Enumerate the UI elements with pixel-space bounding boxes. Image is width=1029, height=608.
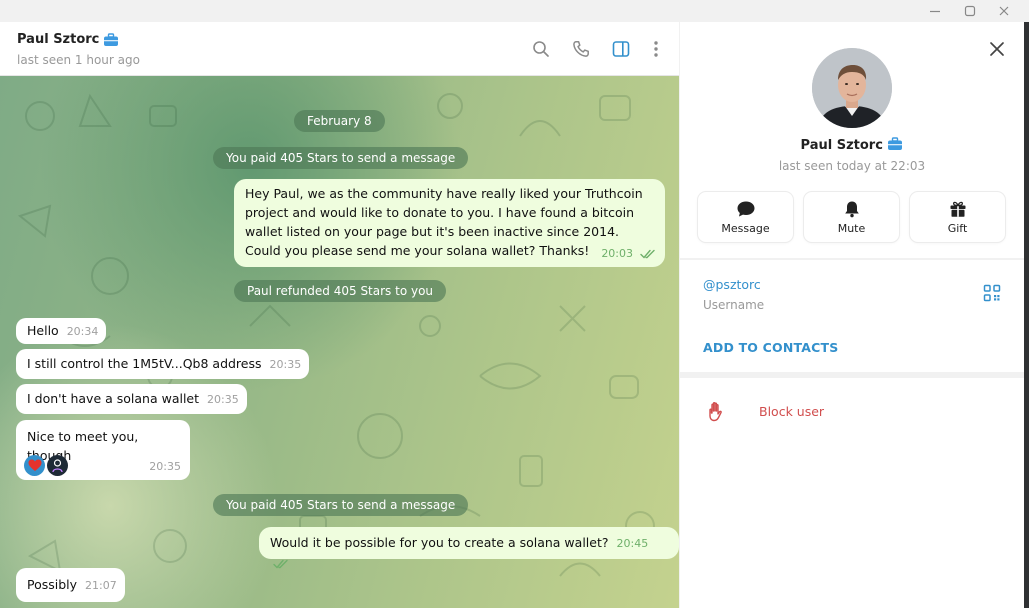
profile-name: Paul Sztorc — [680, 137, 1024, 153]
qr-code-button[interactable] — [983, 284, 1001, 302]
date-separator: February 8 — [294, 110, 385, 132]
service-message-refund: Paul refunded 405 Stars to you — [234, 280, 447, 302]
mute-button[interactable]: Mute — [804, 192, 899, 242]
message-time: 20:34 — [66, 325, 99, 338]
heart-reaction-icon[interactable] — [24, 455, 45, 476]
read-double-check-icon — [273, 559, 288, 569]
background-window-edge — [1024, 22, 1029, 608]
username-link[interactable]: @psztorc — [703, 277, 761, 292]
message-time: 20:35 — [269, 358, 302, 371]
chat-title[interactable]: Paul Sztorc — [17, 32, 119, 47]
message-time: 20:35 — [149, 460, 181, 473]
profile-status: last seen today at 22:03 — [778, 159, 926, 173]
minimize-icon — [930, 10, 940, 13]
incoming-message[interactable]: Hello 20:34 — [16, 318, 107, 344]
avatar[interactable] — [812, 48, 892, 128]
block-user-button[interactable]: Block user — [680, 398, 1024, 428]
maximize-button[interactable] — [953, 0, 987, 22]
incoming-message[interactable]: Possibly 21:07 — [16, 568, 125, 602]
add-to-contacts-button[interactable]: ADD TO CONTACTS — [703, 340, 838, 355]
message-bubble-icon — [737, 201, 754, 216]
profile-actions-section: Block user — [680, 378, 1024, 608]
chat-status: last seen 1 hour ago — [17, 53, 140, 67]
minimize-button[interactable] — [918, 0, 952, 22]
username-caption: Username — [703, 298, 765, 312]
hand-stop-icon — [709, 402, 722, 422]
outgoing-message[interactable]: Hey Paul, we as the community have reall… — [234, 179, 665, 267]
close-window-button[interactable] — [987, 0, 1021, 22]
qr-code-icon — [983, 284, 1001, 302]
maximize-icon — [964, 5, 976, 17]
search-icon — [533, 41, 549, 57]
more-vertical-icon — [654, 41, 658, 57]
toggle-profile-panel-button[interactable] — [611, 39, 631, 59]
mute-button-label: Mute — [837, 221, 866, 235]
profile-panel: Paul Sztorc last seen today at 22:03 Mes… — [680, 22, 1024, 608]
message-time: 21:07 — [85, 579, 117, 592]
read-double-check-icon — [640, 249, 655, 259]
chat-name: Paul Sztorc — [17, 32, 100, 47]
service-message-paid-stars: You paid 405 Stars to send a message — [213, 494, 469, 516]
gift-icon — [950, 201, 965, 217]
message-text: I still control the 1M5tV...Qb8 address — [27, 356, 262, 371]
call-button[interactable] — [571, 39, 591, 59]
message-reactions[interactable] — [24, 455, 68, 476]
chat-header: Paul Sztorc last seen 1 hour ago — [0, 22, 679, 76]
message-text: I don't have a solana wallet — [27, 391, 200, 406]
message-time: 20:35 — [207, 393, 239, 406]
incoming-message[interactable]: I still control the 1M5tV...Qb8 address 2… — [16, 349, 310, 379]
message-time: 20:45 — [616, 537, 649, 550]
chat-message-area[interactable]: February 8 You paid 405 Stars to send a … — [0, 76, 679, 608]
profile-photo — [812, 48, 892, 128]
profile-header: Paul Sztorc last seen today at 22:03 Mes… — [680, 22, 1024, 258]
outgoing-message[interactable]: Would it be possible for you to create a… — [259, 527, 679, 569]
service-message-paid-stars: You paid 405 Stars to send a message — [213, 147, 469, 169]
incoming-message[interactable]: I don't have a solana wallet 20:35 — [16, 384, 247, 414]
briefcase-icon — [888, 137, 903, 150]
message-button[interactable]: Message — [698, 192, 793, 242]
search-button[interactable] — [531, 39, 551, 59]
gift-button[interactable]: Gift — [910, 192, 1005, 242]
gift-button-label: Gift — [947, 221, 968, 235]
block-user-label: Block user — [759, 404, 825, 419]
message-time: 20:03 — [601, 247, 634, 260]
message-text: Hey Paul, we as the community have reall… — [245, 186, 643, 258]
profile-name-text: Paul Sztorc — [800, 138, 883, 153]
briefcase-icon — [104, 32, 119, 46]
window-titlebar — [0, 0, 1029, 22]
profile-info-section: @psztorc Username ADD TO CONTACTS — [680, 260, 1024, 372]
message-button-label: Message — [721, 221, 770, 235]
sidebar-toggle-icon — [612, 41, 630, 57]
incoming-message-with-reactions[interactable]: Nice to meet you, though 20:35 — [16, 420, 190, 480]
message-text: Hello — [27, 323, 59, 338]
avatar-reaction-icon[interactable] — [47, 455, 68, 476]
message-text: Possibly — [27, 577, 78, 592]
close-profile-button[interactable] — [987, 39, 1007, 59]
more-menu-button[interactable] — [646, 39, 666, 59]
bell-icon — [844, 201, 859, 217]
close-icon — [990, 42, 1004, 56]
close-icon — [999, 6, 1009, 16]
phone-icon — [573, 41, 589, 57]
message-text: Would it be possible for you to create a… — [270, 535, 609, 550]
